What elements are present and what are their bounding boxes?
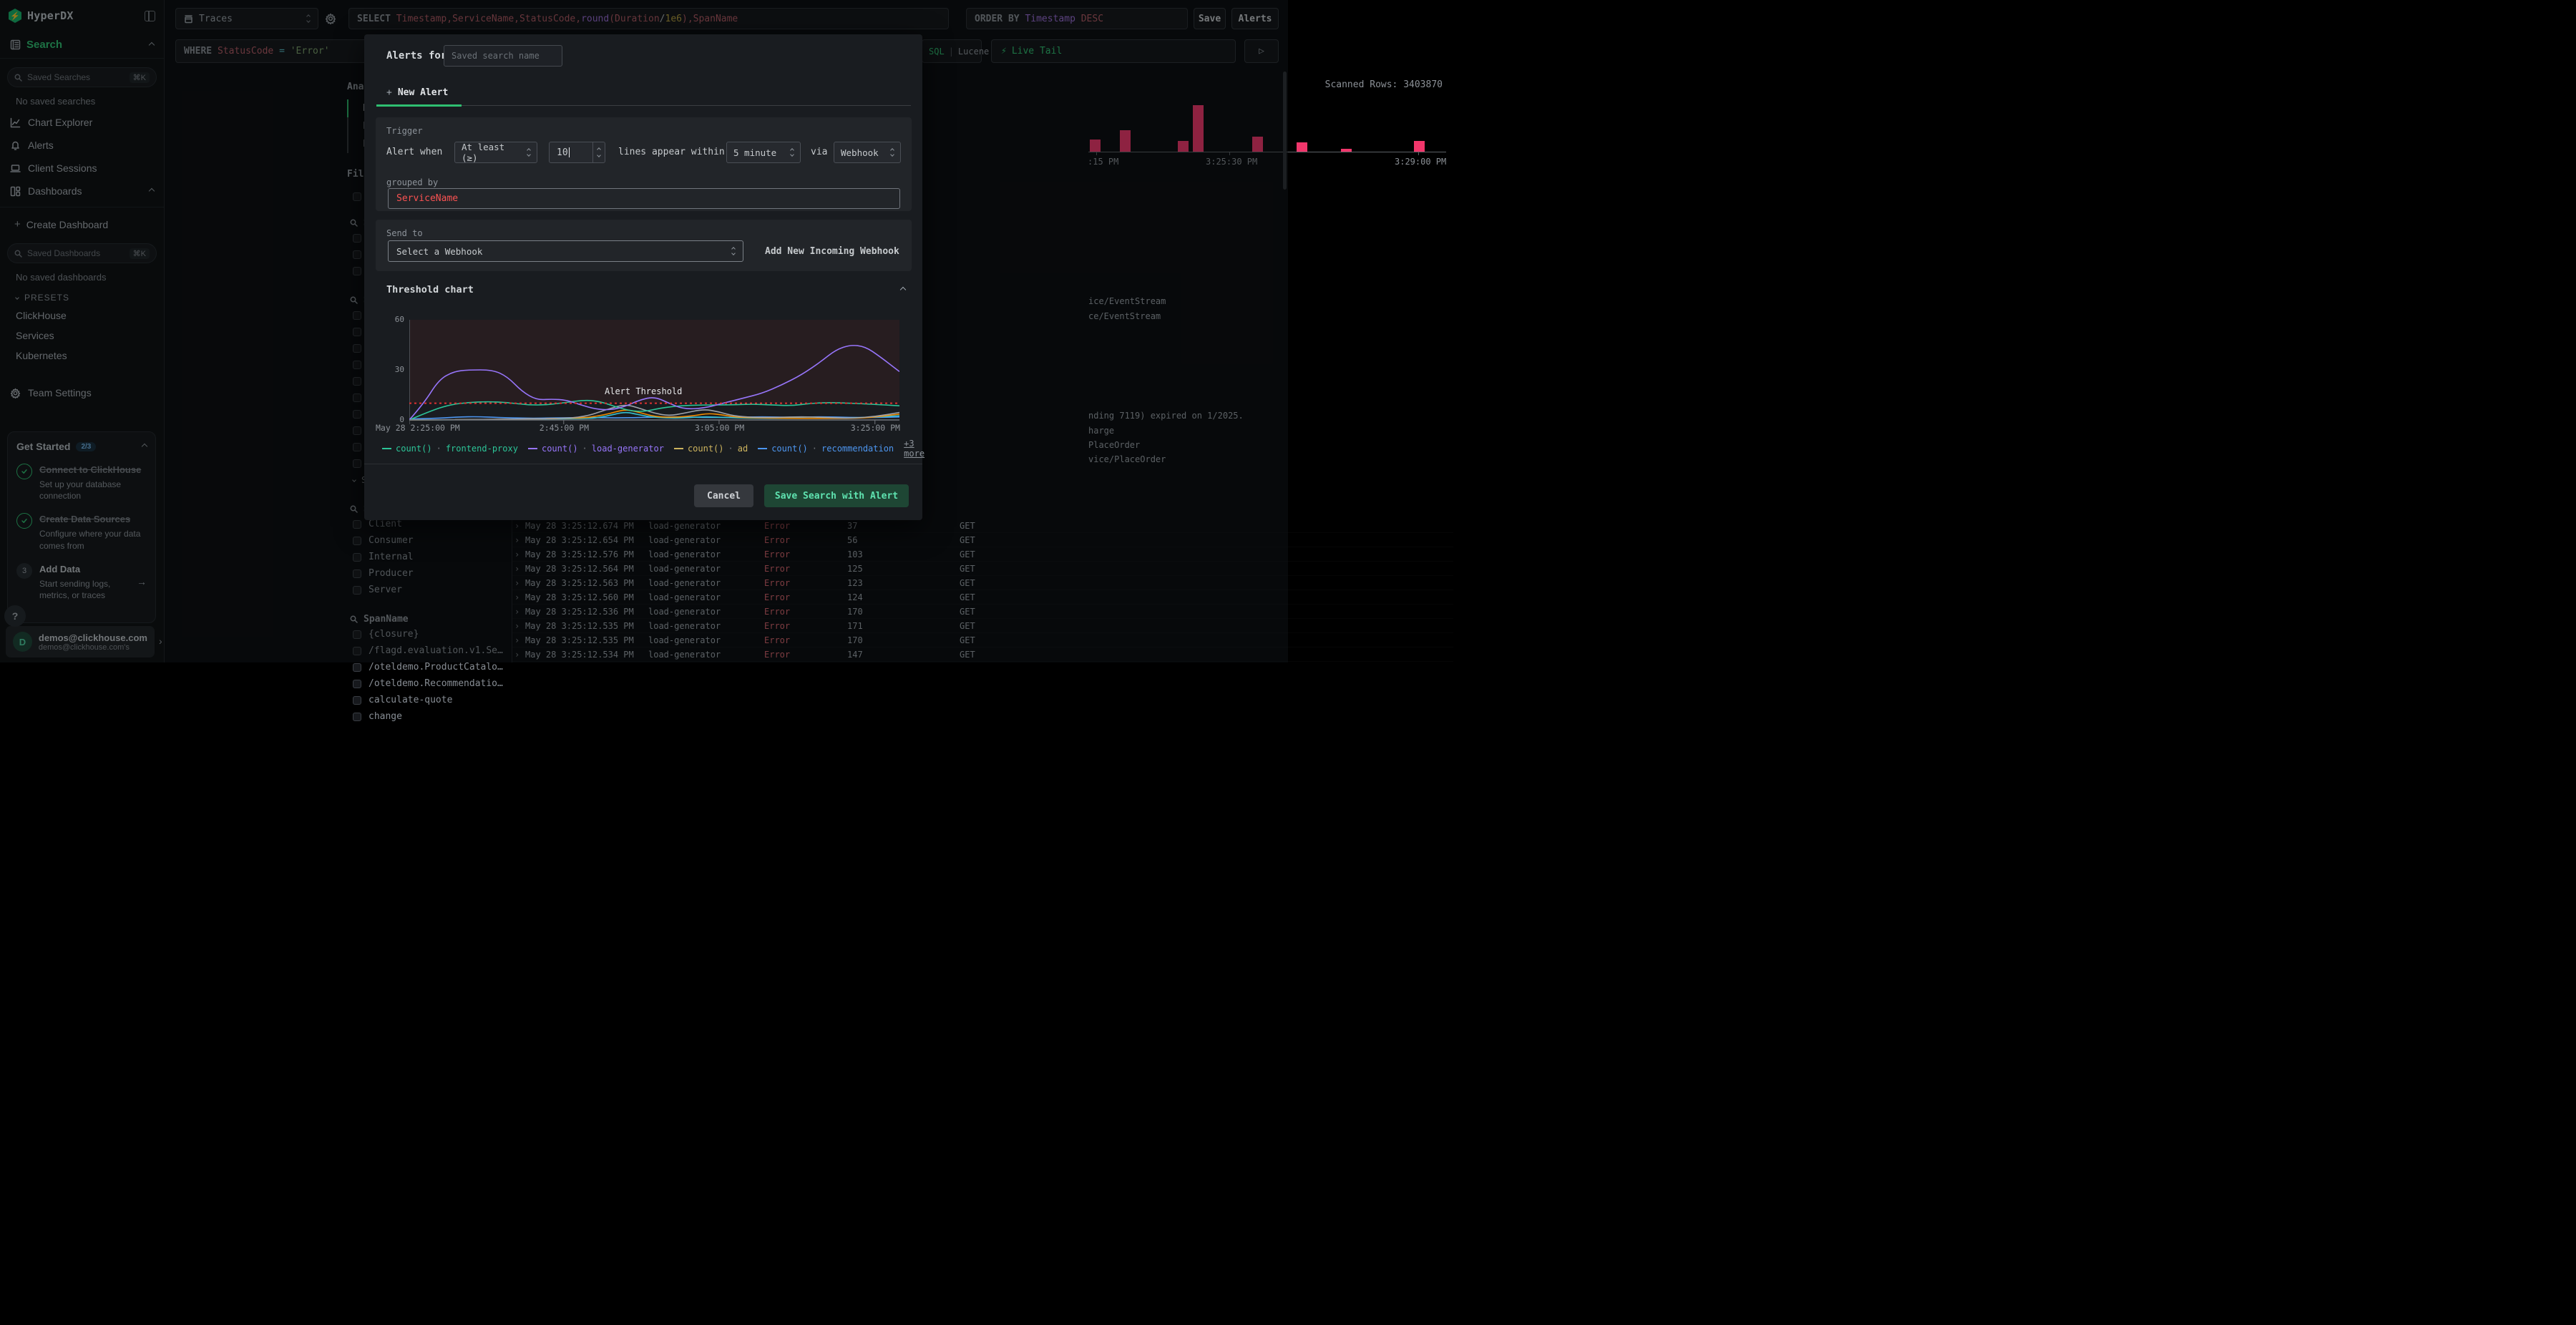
save-search-with-alert-button[interactable]: Save Search with Alert <box>764 484 909 507</box>
filter-option-label: change <box>369 711 402 722</box>
alert-threshold-label: Alert Threshold <box>605 386 683 396</box>
y-tick-30: 30 <box>394 365 404 374</box>
tab-underline <box>376 104 911 107</box>
chevron-updown-icon <box>890 148 894 157</box>
filter-option-label: /oteldemo.ProductCatalo… <box>369 662 503 673</box>
webhook-select[interactable]: Select a Webhook <box>388 240 743 262</box>
webhook-select-value: Select a Webhook <box>396 245 483 257</box>
number-spinner[interactable] <box>592 142 605 162</box>
channel-value: Webhook <box>841 147 879 158</box>
chevron-updown-icon <box>731 247 736 255</box>
legend-item: count() · ad <box>673 444 748 454</box>
legend-item: count() · load-generator <box>527 444 664 454</box>
threshold-chart-title: Threshold chart <box>386 284 474 295</box>
trigger-label: Trigger <box>386 126 423 136</box>
filter-option[interactable]: /oteldemo.Recommendatio… <box>347 675 512 692</box>
y-tick-60: 60 <box>394 315 404 324</box>
condition-value: At least (≥) <box>462 142 505 163</box>
axis-tick <box>1418 152 1419 155</box>
checkbox <box>353 679 361 688</box>
cancel-button[interactable]: Cancel <box>694 484 753 507</box>
x-axis-label: 3:05:00 PM <box>694 423 745 433</box>
checkbox <box>353 662 361 672</box>
alert-modal: Alerts for Saved search name + New Alert… <box>364 34 924 520</box>
x-axis-label: 3:29:00 PM <box>1395 157 1447 167</box>
threshold-chart[interactable] <box>409 320 899 425</box>
send-to-panel: Send to Select a Webhook Add New Incomin… <box>376 220 912 271</box>
grouped-by-label: grouped by <box>386 177 439 187</box>
legend-item: count() · frontend-proxy <box>382 444 518 454</box>
threshold-value: 10 <box>557 147 568 158</box>
legend-swatch <box>527 448 537 449</box>
histogram-bar[interactable] <box>1414 141 1425 152</box>
filter-option-label: calculate-quote <box>369 695 453 705</box>
checkbox <box>353 695 361 705</box>
send-to-label: Send to <box>386 228 423 238</box>
histogram-bar[interactable] <box>1341 149 1352 152</box>
via-text: via <box>811 147 828 157</box>
grouped-by-input[interactable]: ServiceName <box>388 188 900 209</box>
filter-option-label: /oteldemo.Recommendatio… <box>369 678 503 689</box>
tab-label: New Alert <box>397 87 449 98</box>
threshold-input[interactable]: 10 <box>549 142 605 163</box>
alert-when-text: Alert when <box>386 147 443 157</box>
collapse-chart-icon[interactable] <box>899 286 907 293</box>
trigger-panel: Trigger Alert when At least (≥) 10 lines… <box>376 117 912 211</box>
tab-new-alert[interactable]: + New Alert <box>386 87 448 98</box>
name-placeholder: Saved search name <box>452 51 540 61</box>
scanned-rows-text: Scanned Rows: 3403870 <box>1324 79 1443 90</box>
legend-item: count() · recommendation <box>758 444 894 454</box>
x-axis-label: May 28 2:25:00 PM <box>376 423 460 433</box>
channel-select[interactable]: Webhook <box>834 142 901 163</box>
x-axis-label: 2:45:00 PM <box>539 423 590 433</box>
window-value: 5 minute <box>733 147 777 158</box>
add-webhook-button[interactable]: Add New Incoming Webhook <box>765 246 899 257</box>
histogram-bar[interactable] <box>1297 142 1307 152</box>
lines-appear-text: lines appear within <box>618 147 725 157</box>
modal-title: Alerts for <box>386 50 447 62</box>
filter-option[interactable]: change <box>347 708 512 725</box>
legend-swatch <box>673 448 683 449</box>
chevron-updown-icon <box>527 148 531 157</box>
filter-option[interactable]: calculate-quote <box>347 692 512 708</box>
legend-swatch <box>758 448 768 449</box>
window-select[interactable]: 5 minute <box>726 142 801 163</box>
saved-search-name-input[interactable]: Saved search name <box>444 45 562 67</box>
plus-icon: + <box>386 87 392 98</box>
condition-select[interactable]: At least (≥) <box>454 142 537 163</box>
x-axis-label: 3:25:00 PM <box>850 423 900 433</box>
grouped-by-value: ServiceName <box>396 193 459 204</box>
legend-swatch <box>382 448 391 449</box>
checkbox <box>353 712 361 721</box>
text-cursor <box>568 147 570 157</box>
chevron-updown-icon <box>790 148 794 157</box>
chart-legend: count() · frontend-proxy count() · load-gener… <box>382 439 924 459</box>
legend-more-link[interactable]: +3 more <box>904 439 924 459</box>
